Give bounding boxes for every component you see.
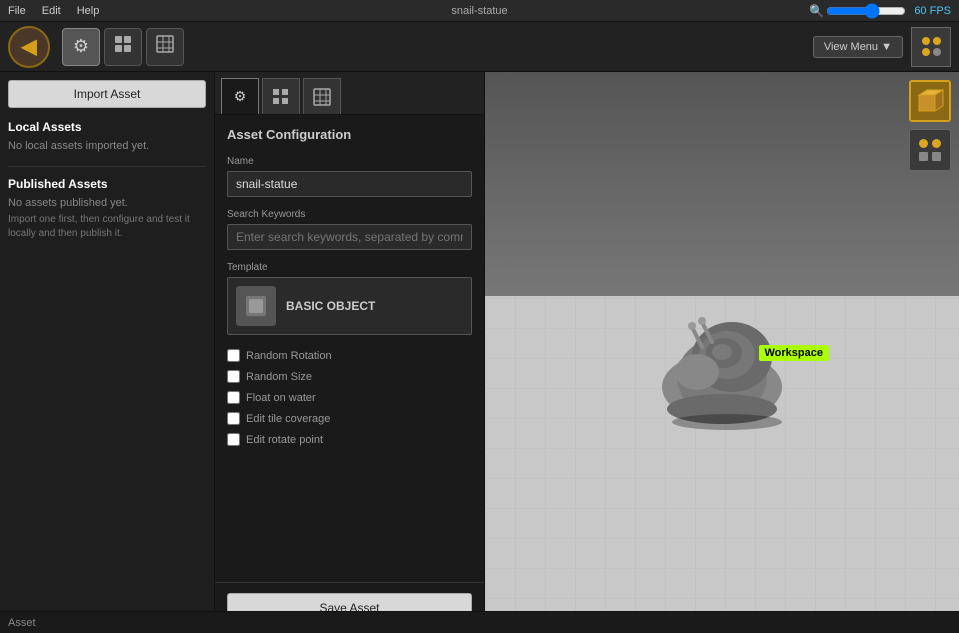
toolbar: ◀ ⚙ View Menu ▼	[0, 22, 959, 72]
collider-tab[interactable]	[146, 28, 184, 66]
workspace[interactable]: Workspace	[485, 72, 959, 633]
search-slider[interactable]	[826, 6, 906, 16]
config-tab-category[interactable]	[262, 78, 300, 114]
search-icon: 🔍	[809, 4, 824, 18]
checkbox-row-0: Random Rotation	[227, 349, 472, 362]
checkbox-3[interactable]	[227, 412, 240, 425]
config-tabs: ⚙	[215, 72, 484, 115]
checkbox-label-0: Random Rotation	[246, 350, 332, 362]
3d-object-snail	[642, 297, 802, 437]
collider-icon	[155, 34, 175, 59]
file-menu[interactable]: File	[8, 5, 26, 17]
section-divider	[8, 166, 206, 167]
local-assets-title: Local Assets	[8, 120, 206, 134]
checkbox-4[interactable]	[227, 433, 240, 446]
template-name: BASIC OBJECT	[286, 299, 375, 313]
name-input[interactable]	[227, 171, 472, 197]
checkbox-row-2: Float on water	[227, 391, 472, 404]
search-bar: 🔍	[809, 4, 906, 18]
checkbox-0[interactable]	[227, 349, 240, 362]
checkbox-label-4: Edit rotate point	[246, 434, 323, 446]
exit-button[interactable]: ◀	[8, 26, 50, 68]
checkbox-row-1: Random Size	[227, 370, 472, 383]
checkbox-row-4: Edit rotate point	[227, 433, 472, 446]
config-content: Asset Configuration Name Search Keywords…	[215, 115, 484, 582]
config-tab-settings[interactable]: ⚙	[221, 78, 259, 114]
config-panel-title: Asset Configuration	[227, 127, 472, 142]
configuration-tab[interactable]: ⚙	[62, 28, 100, 66]
published-assets-title: Published Assets	[8, 177, 206, 191]
template-icon	[236, 286, 276, 326]
template-menu[interactable]: BASIC OBJECT	[227, 277, 472, 335]
menu-bar: File Edit Help snail-statue 🔍 60 FPS	[0, 0, 959, 22]
view-menu-button[interactable]: View Menu ▼	[813, 36, 903, 58]
checkbox-2[interactable]	[227, 391, 240, 404]
local-assets-empty: No local assets imported yet.	[8, 140, 206, 152]
bottom-bar: Asset	[0, 611, 959, 633]
published-assets-hint: Import one first, then configure and tes…	[8, 213, 206, 241]
checkbox-label-2: Float on water	[246, 392, 316, 404]
name-label: Name	[227, 156, 472, 167]
import-asset-button[interactable]: Import Asset	[8, 80, 206, 108]
published-assets-empty: No assets published yet.	[8, 197, 206, 209]
main-layout: Import Asset Local Assets No local asset…	[0, 72, 959, 633]
template-label: Template	[227, 262, 472, 273]
config-tab-collider[interactable]	[303, 78, 341, 114]
orthogonal-view-button[interactable]	[911, 27, 951, 67]
help-menu[interactable]: Help	[77, 5, 100, 17]
keywords-input[interactable]	[227, 224, 472, 250]
back-icon: ◀	[21, 34, 36, 59]
config-icon: ⚙	[73, 36, 89, 57]
config-panel: ⚙ Asset Configuratio	[215, 72, 485, 633]
checkbox-label-1: Random Size	[246, 371, 312, 383]
orthogonal-view-icon[interactable]	[909, 129, 951, 171]
edit-menu[interactable]: Edit	[42, 5, 61, 17]
template-section: Template BASIC OBJECT	[227, 262, 472, 335]
category-tab[interactable]	[104, 28, 142, 66]
checkbox-1[interactable]	[227, 370, 240, 383]
checkboxes-section: Random Rotation Random Size Float on water…	[227, 349, 472, 446]
keywords-label: Search Keywords	[227, 209, 472, 220]
fps-display: 60 FPS	[914, 5, 951, 17]
category-icon	[113, 34, 133, 59]
view-cube[interactable]	[909, 80, 951, 122]
checkbox-label-3: Edit tile coverage	[246, 413, 330, 425]
bottom-asset-label: Asset	[8, 617, 36, 629]
window-title: snail-statue	[451, 5, 507, 17]
checkbox-row-3: Edit tile coverage	[227, 412, 472, 425]
asset-list-panel: Import Asset Local Assets No local asset…	[0, 72, 215, 633]
workspace-bg	[485, 72, 959, 296]
